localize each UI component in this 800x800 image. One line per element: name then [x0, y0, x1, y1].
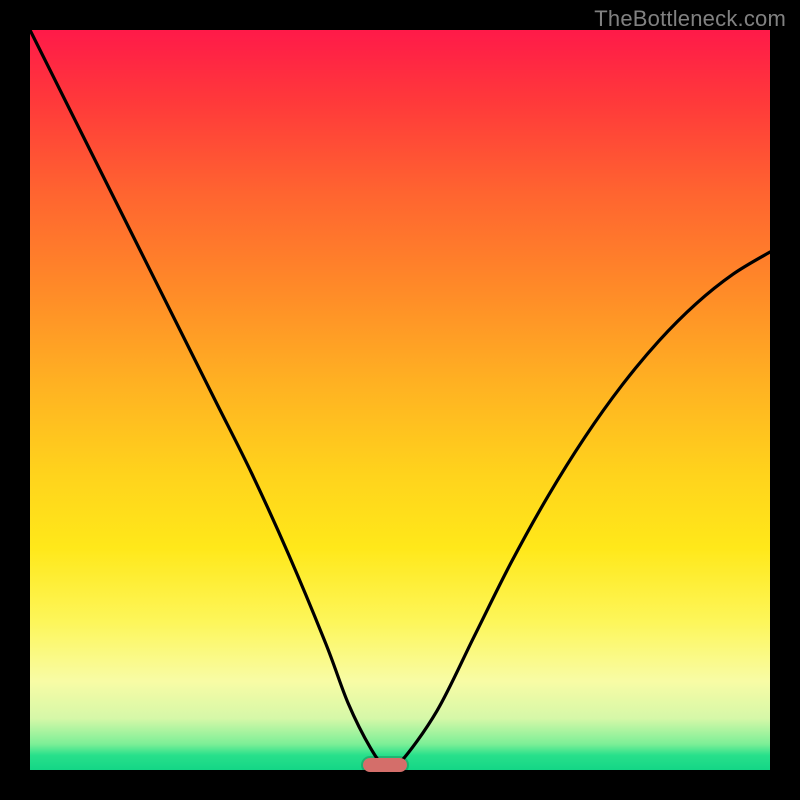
bottleneck-curve-path	[30, 30, 770, 769]
minimum-marker	[363, 758, 407, 772]
curve-svg	[30, 30, 770, 770]
chart-frame: TheBottleneck.com	[0, 0, 800, 800]
watermark-text: TheBottleneck.com	[594, 6, 786, 32]
plot-area	[30, 30, 770, 770]
